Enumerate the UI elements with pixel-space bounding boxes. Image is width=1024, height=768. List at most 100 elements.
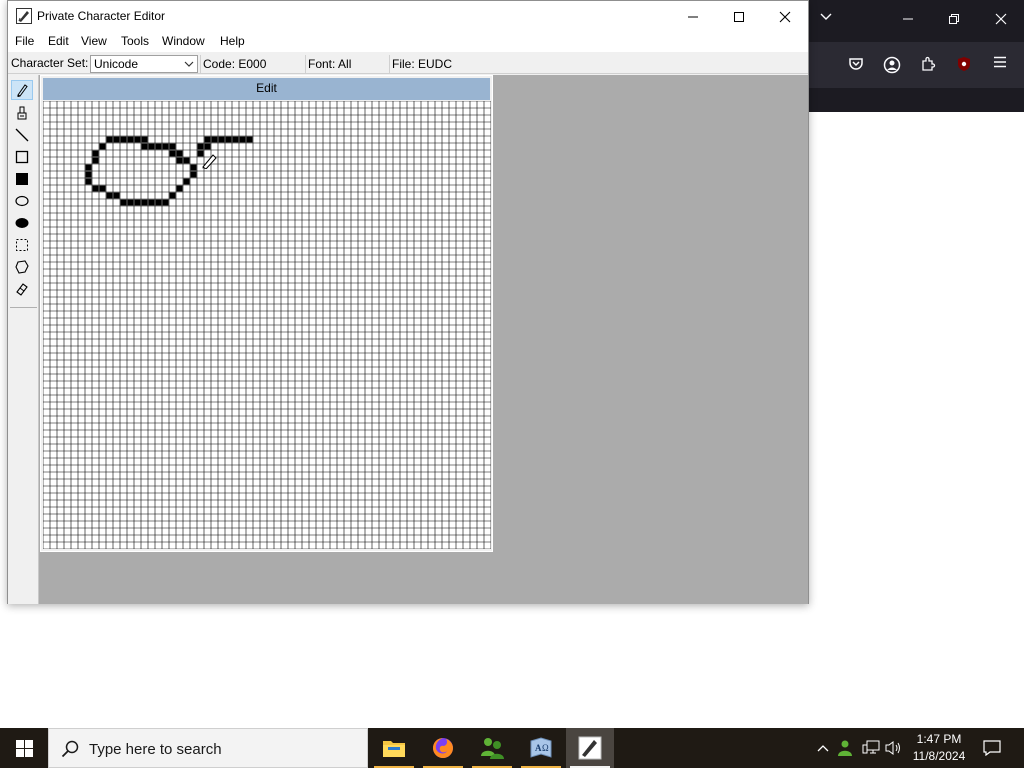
pencil-cursor-icon — [202, 154, 217, 169]
clock-date: 11/8/2024 — [912, 749, 966, 763]
hollow-ellipse-tool[interactable] — [11, 191, 33, 211]
menu-tools[interactable]: Tools — [121, 34, 149, 48]
brush-icon — [17, 106, 27, 120]
filled-pixel — [183, 178, 190, 185]
filled-pixel — [232, 136, 239, 143]
chevron-down-icon — [184, 61, 194, 67]
menu-edit[interactable]: Edit — [48, 34, 69, 48]
title-bar[interactable]: Private Character Editor — [8, 1, 808, 32]
taskbar-file-explorer[interactable] — [370, 728, 418, 768]
network-button[interactable] — [860, 728, 882, 768]
edit-grid[interactable] — [43, 101, 491, 549]
maximize-button[interactable] — [716, 1, 762, 32]
taskbar-firefox[interactable] — [419, 728, 467, 768]
hollow-ellipse-icon — [15, 195, 29, 207]
filled-pixel — [204, 143, 211, 150]
filled-pixel — [92, 157, 99, 164]
brush-tool[interactable] — [11, 103, 33, 123]
freeform-selection-icon — [15, 260, 29, 274]
maximize-icon — [734, 11, 744, 22]
browser-restore-icon[interactable] — [942, 11, 966, 31]
network-icon — [862, 740, 880, 754]
minimize-button[interactable] — [670, 1, 716, 32]
freeform-selection-tool[interactable] — [11, 257, 33, 277]
menu-view[interactable]: View — [81, 34, 107, 48]
svg-text:Ω: Ω — [542, 743, 549, 753]
taskbar-character-map[interactable]: A Ω — [517, 728, 565, 768]
browser-close-icon[interactable] — [989, 11, 1013, 31]
charset-value: Unicode — [94, 57, 139, 71]
filled-pixel — [141, 199, 148, 206]
filled-pixel — [85, 164, 92, 171]
rectangular-selection-icon — [16, 239, 28, 251]
filled-pixel — [113, 192, 120, 199]
hollow-rectangle-tool[interactable] — [11, 147, 33, 167]
line-icon — [15, 128, 29, 142]
private-character-editor-window: Private Character Editor File Edit View … — [7, 0, 809, 604]
filled-pixel — [141, 143, 148, 150]
filled-pixel — [106, 192, 113, 199]
hollow-rectangle-icon — [15, 150, 29, 164]
filled-pixel — [99, 143, 106, 150]
pocket-icon[interactable] — [844, 54, 868, 74]
filled-pixel — [155, 199, 162, 206]
browser-minimize-icon[interactable] — [896, 11, 920, 31]
notifications-button[interactable] — [978, 728, 1006, 768]
filled-pixel — [85, 171, 92, 178]
window-title: Private Character Editor — [37, 9, 166, 23]
eraser-tool[interactable] — [11, 279, 33, 299]
private-character-editor-icon — [578, 736, 602, 760]
charset-dropdown[interactable]: Unicode — [90, 55, 198, 73]
show-hidden-icons-button[interactable] — [814, 728, 832, 768]
pencil-tool[interactable] — [11, 80, 33, 100]
volume-button[interactable] — [884, 728, 904, 768]
charset-label: Character Set: — [11, 56, 89, 70]
account-icon[interactable] — [880, 54, 904, 74]
rectangular-selection-tool[interactable] — [11, 235, 33, 255]
edit-window-title[interactable]: Edit — [43, 78, 490, 100]
filled-pixel — [148, 143, 155, 150]
taskbar-private-character-editor[interactable] — [566, 728, 614, 768]
tab-list-chevron-icon[interactable] — [814, 11, 838, 31]
taskbar: Type here to search A Ω 1:47 PM 11/8/202… — [0, 728, 1024, 768]
close-button[interactable] — [762, 1, 808, 32]
search-placeholder: Type here to search — [89, 741, 222, 758]
taskbar-people-app[interactable] — [468, 728, 516, 768]
hamburger-menu-icon[interactable] — [988, 54, 1012, 74]
filled-rectangle-tool[interactable] — [11, 169, 33, 189]
ublock-origin-icon[interactable] — [952, 54, 976, 74]
filled-pixel — [120, 136, 127, 143]
filled-pixel — [134, 136, 141, 143]
start-button[interactable] — [0, 728, 48, 768]
browser-toolbar — [808, 42, 1024, 88]
menu-bar: File Edit View Tools Window Help — [8, 32, 808, 52]
toolbox-separator — [10, 307, 37, 308]
tray-people-icon-button[interactable] — [836, 728, 856, 768]
filled-pixel — [169, 192, 176, 199]
filled-pixel — [127, 199, 134, 206]
mdi-workspace: Edit — [39, 75, 808, 604]
filled-pixel — [162, 143, 169, 150]
line-tool[interactable] — [11, 125, 33, 145]
firefox-icon — [433, 738, 453, 758]
filled-pixel — [183, 157, 190, 164]
filled-pixel — [169, 143, 176, 150]
extensions-icon[interactable] — [916, 54, 940, 74]
filled-pixel — [190, 164, 197, 171]
tray-people-icon — [838, 740, 852, 756]
filled-rectangle-icon — [16, 173, 28, 185]
windows-logo-icon — [15, 739, 33, 757]
close-icon — [779, 11, 791, 22]
clock-time: 1:47 PM — [916, 732, 962, 746]
menu-help[interactable]: Help — [220, 34, 245, 48]
taskbar-search-box[interactable]: Type here to search — [48, 728, 368, 768]
notification-icon — [983, 740, 1001, 756]
clock[interactable]: 1:47 PM 11/8/2024 — [904, 731, 974, 765]
toolbox — [8, 75, 39, 604]
browser-tab-strip — [808, 0, 1024, 42]
filled-pixel — [85, 178, 92, 185]
menu-window[interactable]: Window — [162, 34, 205, 48]
filled-ellipse-tool[interactable] — [11, 213, 33, 233]
menu-file[interactable]: File — [15, 34, 34, 48]
people-icon — [481, 738, 504, 759]
